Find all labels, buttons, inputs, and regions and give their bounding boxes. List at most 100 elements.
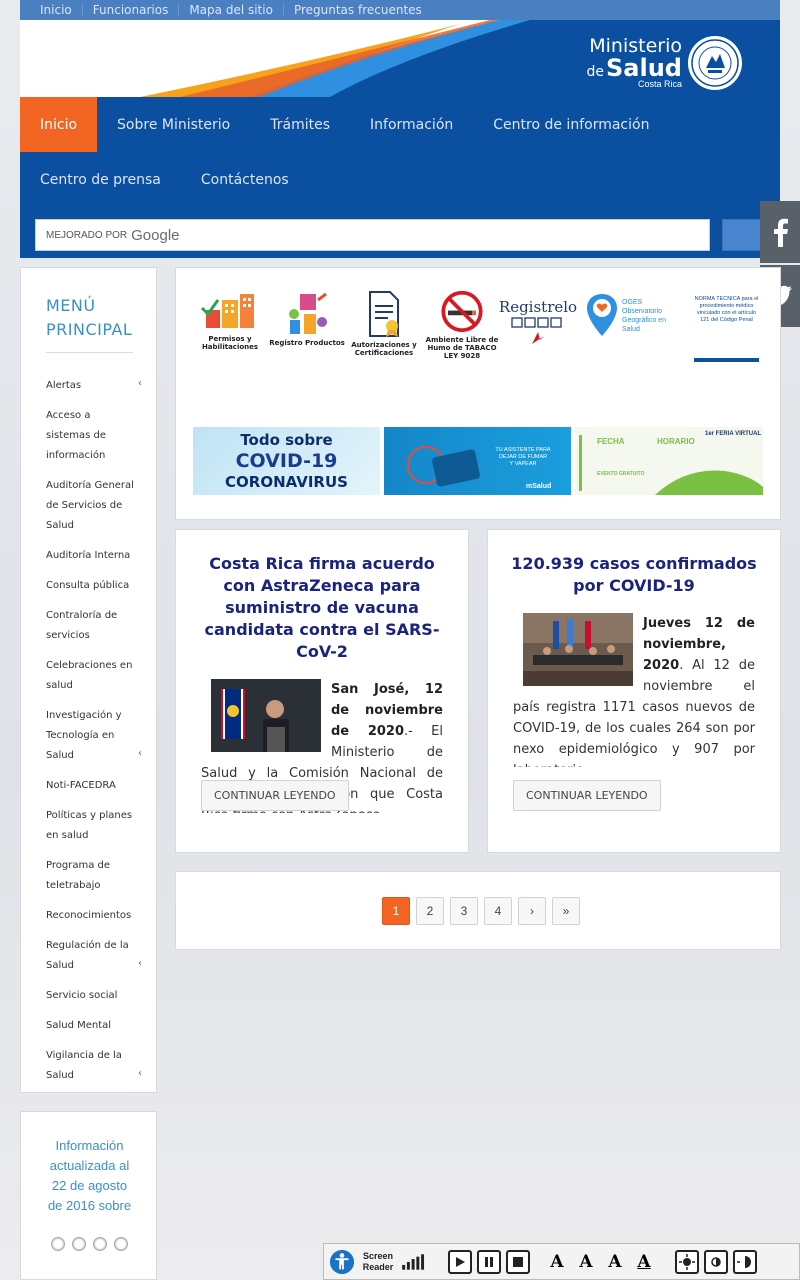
play-icon[interactable] bbox=[448, 1249, 472, 1274]
sidebar-menu-item[interactable]: Celebraciones en salud bbox=[46, 651, 136, 701]
sidebar-menu-item[interactable]: Noti-FACEDRA bbox=[46, 771, 136, 801]
topbar-link-mapa[interactable]: Mapa del sitio bbox=[189, 4, 284, 16]
ministerio-logo[interactable]: Ministerio deSalud Costa Rica bbox=[587, 34, 744, 92]
quick-link-autorizaciones[interactable]: Autorizaciones y Certificaciones bbox=[344, 290, 424, 360]
nav-item-centro-prensa[interactable]: Centro de prensa bbox=[20, 152, 181, 207]
sidebar-menu-item[interactable]: Salud Mental bbox=[46, 1011, 136, 1041]
accessibility-person-icon[interactable] bbox=[329, 1249, 355, 1275]
font-style-icon[interactable]: A bbox=[632, 1250, 656, 1274]
nav-item-informacion[interactable]: Información bbox=[350, 97, 473, 152]
slider-dot[interactable] bbox=[51, 1237, 65, 1251]
quick-link-norma-tecnica[interactable]: NORMA TÉCNICA para el procedimiento médi… bbox=[694, 296, 759, 362]
banner-app-brand: mSalud bbox=[526, 483, 552, 490]
next-page-button[interactable]: › bbox=[518, 897, 546, 925]
search-input[interactable]: MEJORADO POR Google bbox=[35, 219, 710, 251]
font-increase-icon[interactable]: A bbox=[545, 1250, 569, 1274]
banner-covid-line3: CORONAVIRUS bbox=[225, 473, 348, 491]
last-page-button[interactable]: » bbox=[552, 897, 580, 925]
topbar-link-funcionarios[interactable]: Funcionarios bbox=[93, 4, 180, 16]
page-2[interactable]: 2 bbox=[416, 897, 444, 925]
sidebar-menu-item[interactable]: Vigilancia de la Salud ‹ bbox=[46, 1041, 142, 1091]
contrast-low-icon[interactable] bbox=[704, 1249, 728, 1274]
sidebar-menu-item-label: Reconocimientos bbox=[46, 910, 132, 921]
slider-dot[interactable] bbox=[114, 1237, 128, 1251]
page-1[interactable]: 1 bbox=[382, 897, 410, 925]
sidebar-menu-item-label: Auditoría Interna bbox=[46, 550, 131, 561]
sidebar-menu-item[interactable]: Programa de teletrabajo bbox=[46, 851, 136, 901]
no-smoking-icon bbox=[441, 290, 483, 333]
banner-app-line3: Y VAPEAR bbox=[509, 461, 537, 467]
sidebar-menu-item-label: Investigación y Tecnología en Salud bbox=[46, 710, 122, 761]
google-logo: Google bbox=[131, 226, 180, 244]
article-title[interactable]: 120.939 casos confirmados por COVID-19 bbox=[488, 530, 780, 597]
sidebar-menu-item-label: Consulta pública bbox=[46, 580, 130, 591]
chevron-left-icon[interactable]: ‹ bbox=[138, 954, 142, 974]
sidebar-menu-item[interactable]: Alertas ‹ bbox=[46, 371, 142, 401]
topbar-link-inicio[interactable]: Inicio bbox=[40, 4, 83, 16]
sidebar-menu-item[interactable]: Contraloría de servicios bbox=[46, 601, 136, 651]
continue-reading-button[interactable]: CONTINUAR LEYENDO bbox=[513, 780, 661, 811]
contrast-invert-icon[interactable] bbox=[733, 1249, 757, 1274]
nav-item-centro-informacion[interactable]: Centro de información bbox=[473, 97, 669, 152]
sidebar-menu-item[interactable]: Políticas y planes en salud bbox=[46, 801, 136, 851]
sidebar-menu-item[interactable]: Auditoría Interna bbox=[46, 541, 136, 571]
banner-dejar-fumar[interactable]: TU ASISTENTE PARA DEJAR DE FUMAR Y VAPEA… bbox=[384, 427, 571, 495]
nav-item-tramites[interactable]: Trámites bbox=[250, 97, 350, 152]
banner-app-line2: DEJAR DE FUMAR bbox=[498, 454, 548, 460]
sidebar-menu-item[interactable]: Consulta pública bbox=[46, 571, 136, 601]
chevron-left-icon[interactable]: ‹ bbox=[138, 744, 142, 764]
topbar-link-faq[interactable]: Preguntas frecuentes bbox=[294, 4, 432, 16]
sidebar-menu-item[interactable]: Auditoría General de Servicios de Salud bbox=[46, 471, 136, 541]
quick-link-registrelo[interactable]: Registrelo bbox=[498, 290, 578, 360]
quick-link-caption: Autorizaciones y Certificaciones bbox=[351, 341, 417, 357]
search-row: MEJORADO POR Google bbox=[35, 219, 780, 251]
pagination: 1 2 3 4 › » bbox=[382, 897, 580, 925]
sidebar-menu-item-label: Regulación de la Salud bbox=[46, 940, 129, 971]
menu-title: MENÚ PRINCIPAL bbox=[46, 294, 133, 353]
article-excerpt: Jueves 12 de noviembre, 2020. Al 12 de n… bbox=[488, 597, 780, 767]
site-header: Ministerio deSalud Costa Rica Inicio Sob… bbox=[20, 20, 780, 258]
chevron-left-icon[interactable]: ‹ bbox=[138, 374, 142, 394]
pause-icon[interactable] bbox=[477, 1249, 501, 1274]
continue-reading-button[interactable]: CONTINUAR LEYENDO bbox=[201, 780, 349, 811]
quick-link-libre-humo[interactable]: Ambiente Libre de Humo de TABACO LEY 902… bbox=[422, 290, 502, 360]
slider-dot[interactable] bbox=[72, 1237, 86, 1251]
screen-reader-label[interactable]: Screen Reader bbox=[360, 1251, 396, 1273]
chevron-left-icon[interactable]: ‹ bbox=[138, 1064, 142, 1084]
sidebar-menu-item-label: Noti-FACEDRA bbox=[46, 780, 116, 791]
contrast-high-icon[interactable] bbox=[675, 1249, 699, 1274]
oges-caption: OGES Observatorio Geográfico en Salud bbox=[622, 299, 666, 333]
font-decrease-icon[interactable]: A bbox=[574, 1250, 598, 1274]
banner-covid[interactable]: Todo sobre COVID-19 CORONAVIRUS bbox=[193, 427, 380, 495]
registrelo-wordmark: Registrelo bbox=[498, 298, 578, 316]
quick-link-permisos[interactable]: Permisos y Habilitaciones bbox=[190, 290, 270, 360]
stop-icon[interactable] bbox=[506, 1249, 530, 1274]
volume-bars-icon[interactable] bbox=[401, 1249, 427, 1275]
facebook-button[interactable] bbox=[760, 201, 800, 263]
sidebar-menu-item[interactable]: Servicio social bbox=[46, 981, 136, 1011]
quick-link-registro-productos[interactable]: Registro Productos bbox=[267, 290, 347, 360]
nav-item-contactenos[interactable]: Contáctenos bbox=[181, 152, 309, 207]
nav-item-inicio[interactable]: Inicio bbox=[20, 97, 98, 152]
article-photo[interactable] bbox=[523, 613, 633, 686]
green-hill-graphic bbox=[579, 435, 763, 495]
info-slider-text[interactable]: Información actualizada al 22 de agosto … bbox=[43, 1136, 136, 1228]
quick-link-oges[interactable]: OGES Observatorio Geográfico en Salud bbox=[584, 290, 684, 360]
sidebar-menu-item[interactable]: Reconocimientos bbox=[46, 901, 136, 931]
registro-productos-icon bbox=[289, 292, 327, 334]
slider-dot[interactable] bbox=[93, 1237, 107, 1251]
page-3[interactable]: 3 bbox=[450, 897, 478, 925]
font-reset-icon[interactable]: A bbox=[603, 1250, 627, 1274]
page-4[interactable]: 4 bbox=[484, 897, 512, 925]
nav-item-sobre-ministerio[interactable]: Sobre Ministerio bbox=[97, 97, 250, 152]
sidebar-menu-item[interactable]: Investigación y Tecnología en Salud ‹ bbox=[46, 701, 142, 771]
banner-app-line1: TU ASISTENTE PARA bbox=[495, 447, 551, 453]
facebook-icon bbox=[774, 218, 788, 247]
sidebar-menu-item[interactable]: Regulación de la Salud ‹ bbox=[46, 931, 142, 981]
article-title[interactable]: Costa Rica firma acuerdo con AstraZeneca… bbox=[176, 530, 468, 663]
sidebar-menu-item[interactable]: Acceso a sistemas de información bbox=[46, 401, 136, 471]
sidebar-menu: Alertas ‹ Acceso a sistemas de información… bbox=[46, 371, 142, 1091]
banner-feria-virtual[interactable]: FECHA HORARIO 1er FERIA VIRTUAL EVENTO G… bbox=[575, 427, 763, 495]
article-photo[interactable] bbox=[211, 679, 321, 752]
sidebar-menu-item-label: Programa de teletrabajo bbox=[46, 860, 110, 891]
